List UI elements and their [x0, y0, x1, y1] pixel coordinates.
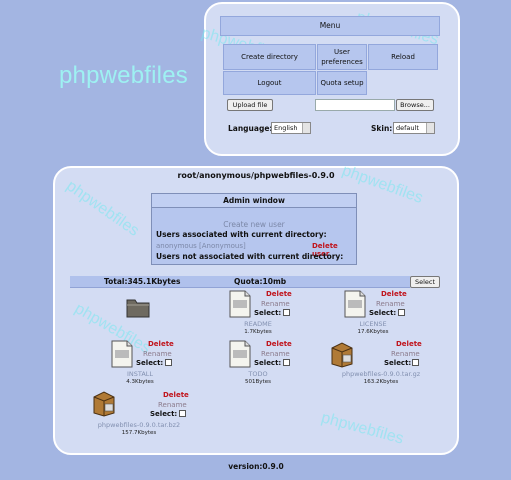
upload-file-button[interactable]: Upload file [227, 99, 273, 111]
select-button[interactable]: Select [410, 276, 440, 288]
reload-button[interactable]: Reload [368, 44, 438, 70]
select-checkbox[interactable] [283, 309, 290, 316]
associated-users-heading: Users associated with current directory: [156, 230, 327, 239]
create-user-link[interactable]: Create new user [152, 220, 356, 229]
delete-link[interactable]: Delete [148, 340, 174, 348]
delete-link[interactable]: Delete [266, 290, 292, 298]
select-label: Select: [384, 359, 412, 367]
file-size: 163.2Kbytes [363, 379, 399, 385]
quota-setup-button[interactable]: Quota setup [317, 71, 367, 95]
file-size: 157.7Kbytes [121, 430, 157, 436]
language-select[interactable]: English [271, 122, 311, 134]
delete-link[interactable]: Delete [396, 340, 422, 348]
skin-select[interactable]: default [393, 122, 435, 134]
file-name[interactable]: README [203, 320, 313, 328]
select-checkbox[interactable] [398, 309, 405, 316]
quota-label: Quota:10mb [234, 277, 287, 286]
file-name[interactable]: INSTALL [85, 370, 195, 378]
select-checkbox[interactable] [283, 359, 290, 366]
total-size: Total:345.1Kbytes [104, 277, 181, 286]
file-size: 4.3Kbytes [126, 379, 154, 385]
skin-label: Skin: [371, 124, 393, 133]
rename-link[interactable]: Rename [391, 350, 420, 358]
document-icon[interactable] [343, 290, 367, 318]
skin-value: default [396, 124, 419, 132]
delete-link[interactable]: Delete [266, 340, 292, 348]
browse-button[interactable]: Browse... [396, 99, 434, 111]
rename-link[interactable]: Rename [261, 350, 290, 358]
file-size: 17.6Kbytes [357, 329, 389, 335]
logout-button[interactable]: Logout [223, 71, 316, 95]
rename-link[interactable]: Rename [261, 300, 290, 308]
rename-link[interactable]: Rename [143, 350, 172, 358]
select-label: Select: [150, 410, 178, 418]
total-bar: Total:345.1Kbytes Quota:10mb [70, 276, 410, 288]
admin-window-title: Admin window [152, 194, 356, 208]
file-size: 1.7Kbytes [244, 329, 272, 335]
file-item: Delete Rename Select: LICENSE 17.6Kbytes [343, 290, 463, 340]
select-label: Select: [369, 309, 397, 317]
user-row: anonymous [Anonymous] [156, 242, 246, 250]
archive-icon[interactable] [92, 389, 116, 417]
select-checkbox[interactable] [165, 359, 172, 366]
document-icon[interactable] [228, 290, 252, 318]
app-logo: phpwebfiles [59, 62, 188, 89]
chevron-down-icon [426, 123, 434, 133]
select-label: Select: [136, 359, 164, 367]
not-associated-users-heading: Users not associated with current direct… [156, 252, 344, 261]
language-label: Language: [228, 124, 273, 133]
chevron-down-icon [302, 123, 310, 133]
rename-link[interactable]: Rename [158, 401, 187, 409]
select-checkbox[interactable] [179, 410, 186, 417]
language-value: English [274, 124, 298, 132]
file-item: Delete Rename Select: phpwebfiles-0.9.0.… [92, 389, 212, 439]
delete-link[interactable]: Delete [163, 391, 189, 399]
select-label: Select: [254, 359, 282, 367]
create-directory-button[interactable]: Create directory [223, 44, 316, 70]
file-size: 501Bytes [245, 379, 271, 385]
select-label: Select: [254, 309, 282, 317]
file-item: Delete Rename Select: phpwebfiles-0.9.0.… [330, 340, 450, 390]
rename-link[interactable]: Rename [376, 300, 405, 308]
file-name[interactable]: LICENSE [318, 320, 428, 328]
admin-window: Admin window Create new user Users assoc… [151, 193, 357, 265]
file-name[interactable]: TODO [203, 370, 313, 378]
document-icon[interactable] [110, 340, 134, 368]
version-label: version:0.9.0 [228, 462, 284, 471]
select-checkbox[interactable] [412, 359, 419, 366]
file-path-input[interactable] [315, 99, 395, 111]
document-icon[interactable] [228, 340, 252, 368]
archive-icon[interactable] [330, 340, 354, 368]
breadcrumb: root/anonymous/phpwebfiles-0.9.0 [177, 171, 335, 180]
user-preferences-button[interactable]: User preferences [317, 44, 367, 70]
file-name[interactable]: phpwebfiles-0.9.0.tar.bz2 [84, 421, 194, 429]
folder-icon [126, 299, 150, 318]
menu-title: Menu [220, 16, 440, 36]
file-name[interactable]: phpwebfiles-0.9.0.tar.gz [326, 370, 436, 378]
delete-link[interactable]: Delete [381, 290, 407, 298]
